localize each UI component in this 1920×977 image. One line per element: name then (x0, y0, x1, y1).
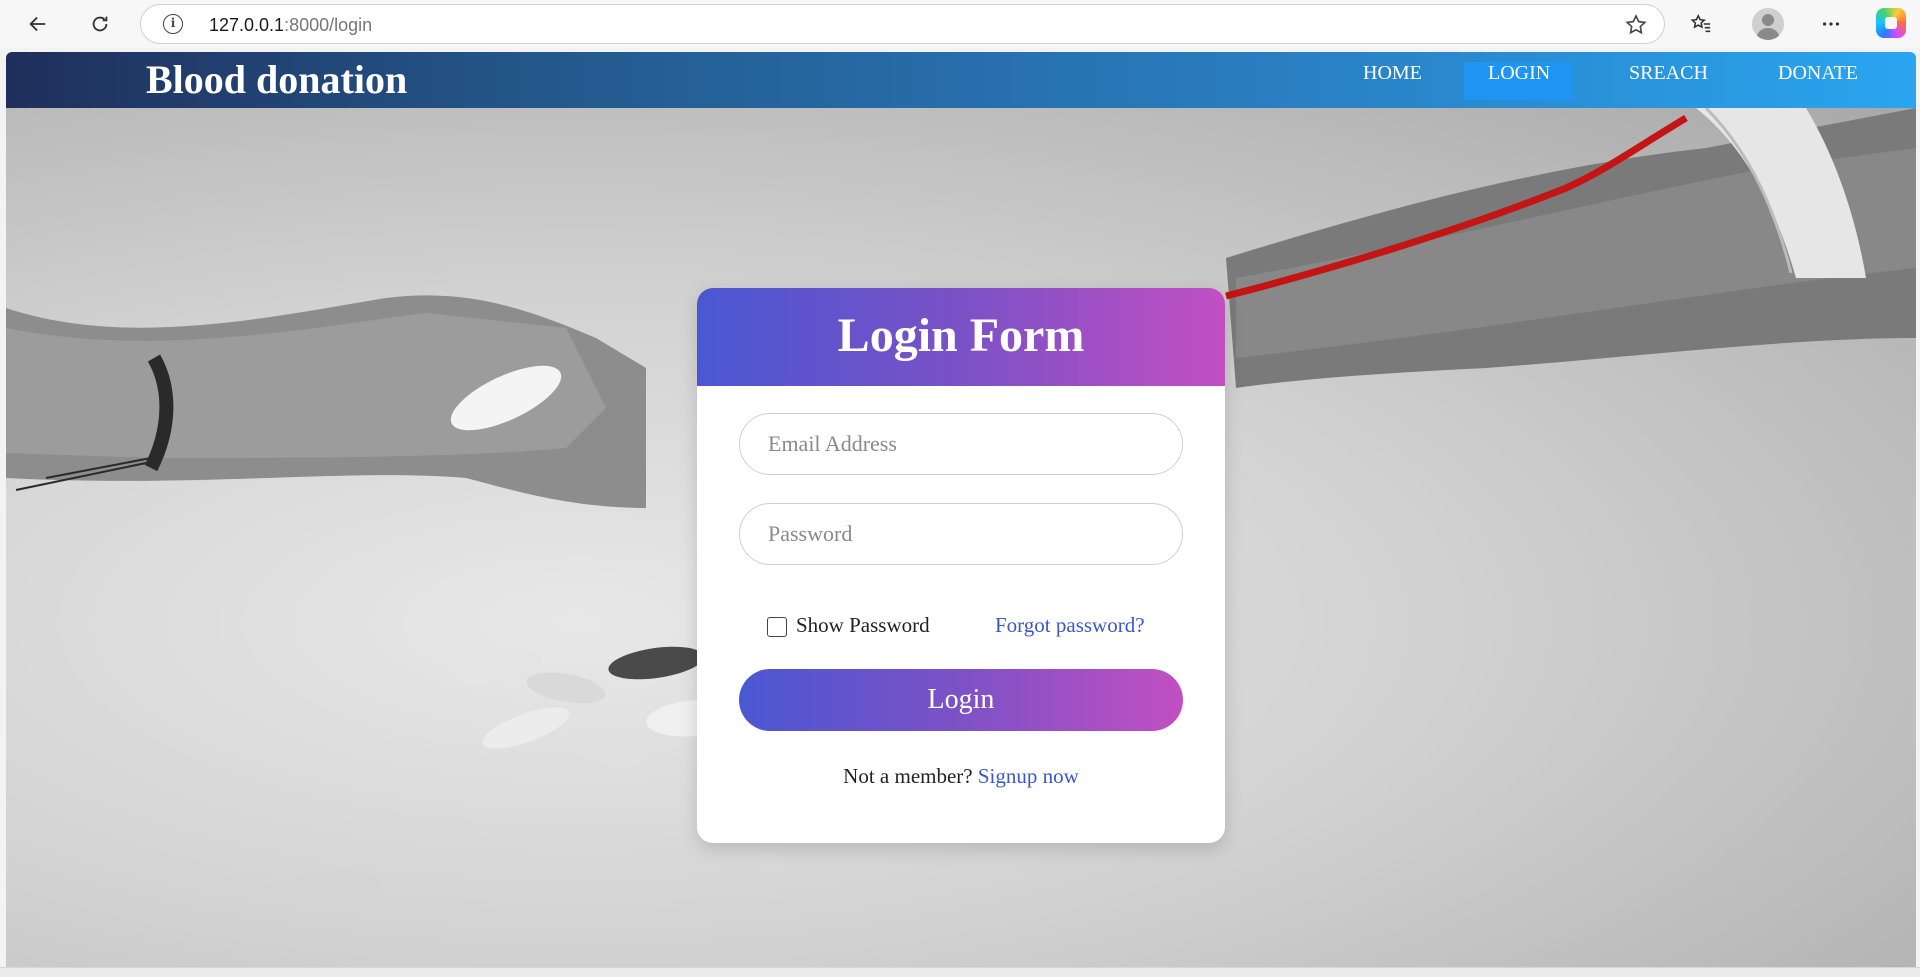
email-input[interactable] (739, 413, 1183, 475)
browser-toolbar: i 127.0.0.1:8000/login (0, 0, 1920, 48)
address-bar[interactable]: i 127.0.0.1:8000/login (140, 4, 1665, 44)
navbar: Blood donation HOME LOGIN SREACH DONATE (6, 52, 1916, 108)
nav-login[interactable]: LOGIN (1464, 62, 1575, 100)
signup-prompt: Not a member? (843, 764, 973, 788)
nav-donate[interactable]: DONATE (1754, 62, 1882, 100)
show-password-label[interactable]: Show Password (796, 613, 930, 638)
password-input[interactable] (739, 503, 1183, 565)
forgot-password-link[interactable]: Forgot password? (995, 613, 1145, 638)
login-card-header: Login Form (697, 288, 1225, 386)
login-card: Login Form Show Password Forgot password… (697, 288, 1225, 843)
profile-icon[interactable] (1752, 8, 1784, 40)
url-path: :8000/login (284, 15, 373, 35)
more-icon[interactable] (1813, 6, 1849, 42)
signup-row: Not a member? Signup now (697, 764, 1225, 789)
favorites-icon[interactable] (1683, 6, 1719, 42)
login-form-title: Login Form (837, 309, 1085, 362)
hero-background-image: Login Form Show Password Forgot password… (6, 108, 1916, 967)
back-arrow-icon[interactable] (20, 6, 56, 42)
info-icon[interactable]: i (163, 14, 183, 34)
star-icon[interactable] (1624, 13, 1648, 37)
copilot-icon[interactable] (1876, 8, 1906, 38)
nav-home[interactable]: HOME (1339, 62, 1446, 100)
signup-link[interactable]: Signup now (978, 764, 1079, 788)
url-text[interactable]: 127.0.0.1:8000/login (209, 15, 372, 36)
window-bottom-edge (0, 967, 1920, 977)
nav-search[interactable]: SREACH (1605, 62, 1732, 100)
brand-title[interactable]: Blood donation (146, 56, 407, 103)
url-host: 127.0.0.1 (209, 15, 285, 35)
show-password-checkbox[interactable] (767, 617, 787, 637)
reload-icon[interactable] (82, 6, 118, 42)
login-button[interactable]: Login (739, 669, 1183, 731)
page-viewport: Blood donation HOME LOGIN SREACH DONATE (6, 52, 1916, 967)
